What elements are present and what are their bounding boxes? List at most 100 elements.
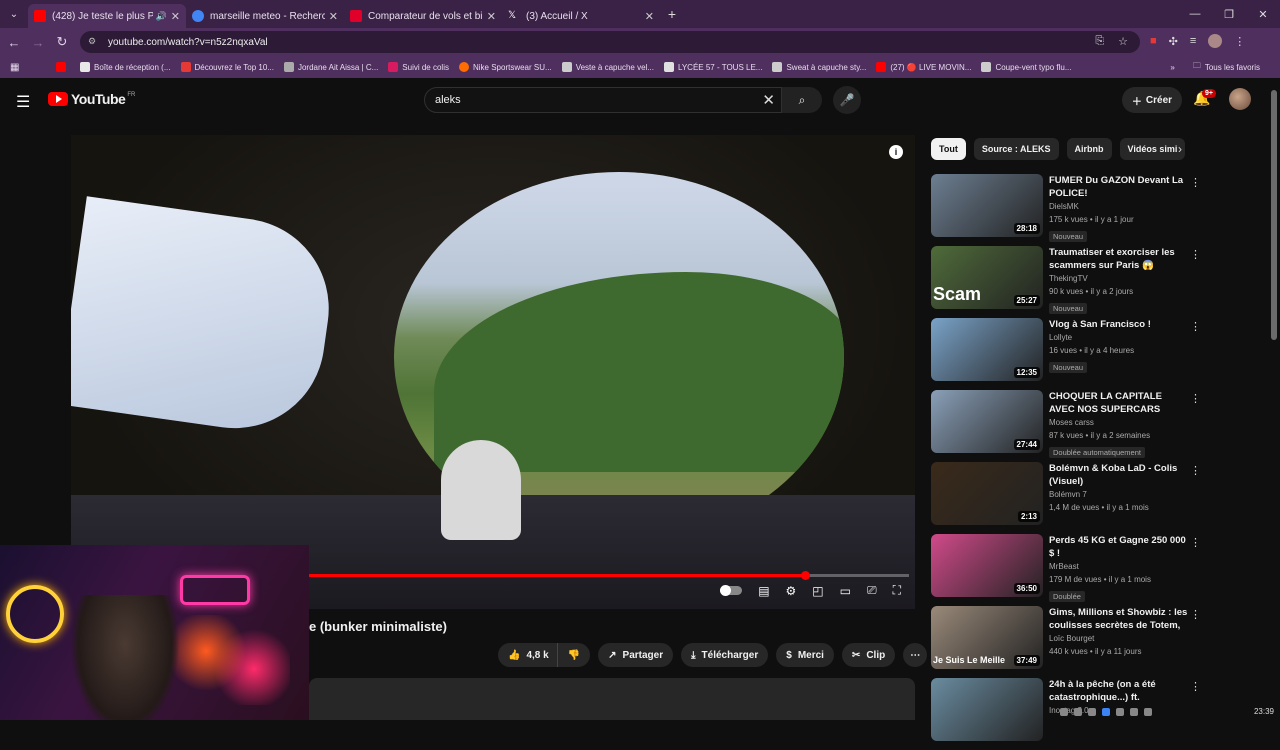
chip-similar[interactable]: Vidéos simi	[1119, 138, 1186, 160]
bookmark-item[interactable]: Veste à capuche vel...	[561, 62, 654, 72]
recommendation-title[interactable]: Traumatiser et exorciser les scammers su…	[1049, 246, 1189, 272]
bookmark-item[interactable]: Jordane Ait Aissa | C...	[283, 62, 378, 72]
recommendation-item[interactable]: 36:50 Perds 45 KG et Gagne 250 000 $ ! M…	[931, 534, 1201, 602]
bookmark-item[interactable]: Boîte de réception (...	[80, 62, 171, 72]
share-button[interactable]: ↗ Partager	[598, 643, 674, 667]
site-info-icon[interactable]: ⚙	[88, 36, 100, 48]
scrubber-handle[interactable]	[801, 571, 811, 580]
chip-all[interactable]: Tout	[931, 138, 966, 160]
video-thumbnail[interactable]	[931, 678, 1043, 741]
video-thumbnail[interactable]: 36:50	[931, 534, 1043, 597]
volume-icon[interactable]	[1144, 707, 1152, 716]
restore-icon[interactable]: ❐	[1212, 0, 1246, 28]
bluetooth-icon[interactable]	[1102, 707, 1110, 716]
puzzle-icon[interactable]: ✣	[1169, 35, 1178, 48]
bookmark-item[interactable]: Sweat à capuche sty...	[772, 62, 866, 72]
video-thumbnail[interactable]: 2:13	[931, 462, 1043, 525]
channel-name[interactable]: DielsMK	[1049, 200, 1189, 213]
clip-button[interactable]: ✂ Clip	[841, 643, 896, 667]
like-button[interactable]: 👍 4,8 k	[498, 643, 558, 667]
reload-icon[interactable]: ↻	[50, 34, 74, 50]
subtitles-icon[interactable]: ▤	[758, 584, 769, 598]
chevron-right-icon[interactable]: ›	[1178, 142, 1182, 156]
tray-app-icon[interactable]	[1088, 707, 1096, 716]
tab-x[interactable]: 𝕏 (3) Accueil / X ✕	[502, 4, 660, 28]
miniplayer-icon[interactable]: ◰	[812, 584, 823, 598]
more-actions-button[interactable]: ⋯	[903, 643, 928, 667]
recommendation-title[interactable]: 24h à la pêche (on a été catastrophique.…	[1049, 678, 1189, 704]
video-thumbnail[interactable]: 28:18	[931, 174, 1043, 237]
bookmark-item[interactable]: Nike Sportswear SU...	[458, 62, 552, 72]
recommendation-item[interactable]: 12:35 Vlog à San Francisco ! Lollyte 16 …	[931, 318, 1201, 386]
tray-app-icon[interactable]	[1074, 707, 1082, 716]
recommendation-item[interactable]: Scam 25:27 Traumatiser et exorciser les s…	[931, 246, 1201, 314]
video-thumbnail[interactable]: 27:44	[931, 390, 1043, 453]
video-thumbnail[interactable]: Je Suis Le Meille 37:49	[931, 606, 1043, 669]
recommendation-title[interactable]: FUMER Du GAZON Devant La POLICE!	[1049, 174, 1189, 200]
bookmark-item[interactable]: (27) 🔴 LIVE MOVIN...	[876, 62, 971, 72]
new-tab-icon[interactable]: +	[660, 6, 684, 22]
minimize-icon[interactable]: —	[1178, 0, 1212, 28]
youtube-logo[interactable]: YouTube FR	[48, 91, 135, 107]
kebab-menu-icon[interactable]: ⋮	[1190, 248, 1201, 261]
recommendation-item[interactable]: Je Suis Le Meille 37:49 Gims, Millions et…	[931, 606, 1201, 674]
kebab-menu-icon[interactable]: ⋮	[1190, 464, 1201, 477]
channel-name[interactable]: Loïc Bourget	[1049, 632, 1189, 645]
kebab-menu-icon[interactable]: ⋮	[1190, 320, 1201, 333]
kebab-menu-icon[interactable]: ⋮	[1190, 608, 1201, 621]
create-button[interactable]: ＋ Créer	[1122, 87, 1182, 113]
url-bar[interactable]: ⚙ youtube.com/watch?v=n5z2nqxaVal ⎘ ☆	[80, 31, 1140, 53]
video-thumbnail[interactable]: 12:35	[931, 318, 1043, 381]
tray-app-icon[interactable]	[1060, 707, 1068, 716]
voice-search-icon[interactable]: 🎤	[833, 86, 861, 114]
speaker-icon[interactable]: 🔊	[156, 11, 167, 22]
recommendation-item[interactable]: 27:44 CHOQUER LA CAPITALE AVEC NOS SUPER…	[931, 390, 1201, 458]
close-tab-icon[interactable]: ✕	[329, 10, 338, 23]
extension-icon[interactable]: ■	[1150, 35, 1157, 47]
bookmark-item[interactable]: LYCÉE 57 - TOUS LE...	[663, 62, 762, 72]
network-icon[interactable]	[1130, 707, 1138, 716]
close-tab-icon[interactable]: ✕	[487, 10, 496, 23]
forward-icon[interactable]: →	[26, 35, 50, 50]
search-button[interactable]: ⌕	[782, 87, 822, 113]
recommendation-title[interactable]: Vlog à San Francisco !	[1049, 318, 1189, 331]
search-input[interactable]: aleks ✕	[424, 87, 782, 113]
tab-search-icon[interactable]: ⌄	[0, 0, 28, 28]
all-bookmarks[interactable]: 🗀 Tous les favoris	[1193, 60, 1260, 74]
recommendation-title[interactable]: Perds 45 KG et Gagne 250 000 $ !	[1049, 534, 1189, 560]
channel-name[interactable]: Lollyte	[1049, 331, 1189, 344]
bookmark-item[interactable]: Suivi de colis	[388, 62, 449, 72]
close-window-icon[interactable]: ✕	[1246, 0, 1280, 28]
channel-name[interactable]: ThekingTV	[1049, 272, 1189, 285]
autoplay-toggle[interactable]	[720, 585, 743, 596]
more-bookmarks-icon[interactable]: »	[1170, 63, 1174, 72]
info-icon[interactable]: i	[889, 145, 903, 159]
channel-name[interactable]: MrBeast	[1049, 560, 1189, 573]
download-button[interactable]: ⤓ Télécharger	[681, 643, 769, 667]
hamburger-menu-icon[interactable]: ☰	[16, 92, 30, 112]
clear-search-icon[interactable]: ✕	[762, 91, 775, 109]
tray-app-icon[interactable]	[1116, 707, 1124, 716]
bookmark-youtube[interactable]	[56, 62, 70, 72]
dislike-button[interactable]: 👎	[557, 643, 591, 667]
kebab-menu-icon[interactable]: ⋮	[1190, 392, 1201, 405]
chip-airbnb[interactable]: Airbnb	[1066, 138, 1112, 160]
kebab-menu-icon[interactable]: ⋮	[1190, 536, 1201, 549]
description-box[interactable]	[309, 678, 915, 720]
close-tab-icon[interactable]: ✕	[171, 10, 180, 23]
recommendation-title[interactable]: Gims, Millions et Showbiz : les coulisse…	[1049, 606, 1189, 632]
recommendation-item[interactable]: 28:18 FUMER Du GAZON Devant La POLICE! D…	[931, 174, 1201, 242]
back-icon[interactable]: ←	[2, 35, 26, 50]
tab-google[interactable]: marseille meteo - Recherche G ✕	[186, 4, 344, 28]
media-control-icon[interactable]: ≡	[1190, 35, 1196, 47]
kebab-menu-icon[interactable]: ⋮	[1190, 680, 1201, 693]
install-app-icon[interactable]: ⎘	[1095, 35, 1104, 48]
bookmark-star-icon[interactable]: ☆	[1118, 35, 1128, 48]
theater-mode-icon[interactable]: ▭	[840, 584, 851, 598]
tab-flights[interactable]: Comparateur de vols et billets ✕	[344, 4, 502, 28]
chrome-menu-icon[interactable]: ⋮	[1234, 35, 1245, 48]
page-scrollbar[interactable]	[1271, 90, 1277, 340]
video-player[interactable]: i ▤ ⚙ ◰ ▭ ⎚ ⛶	[71, 135, 915, 609]
apps-grid-icon[interactable]: ▦	[10, 62, 26, 73]
recommendation-title[interactable]: CHOQUER LA CAPITALE AVEC NOS SUPERCARS	[1049, 390, 1189, 416]
